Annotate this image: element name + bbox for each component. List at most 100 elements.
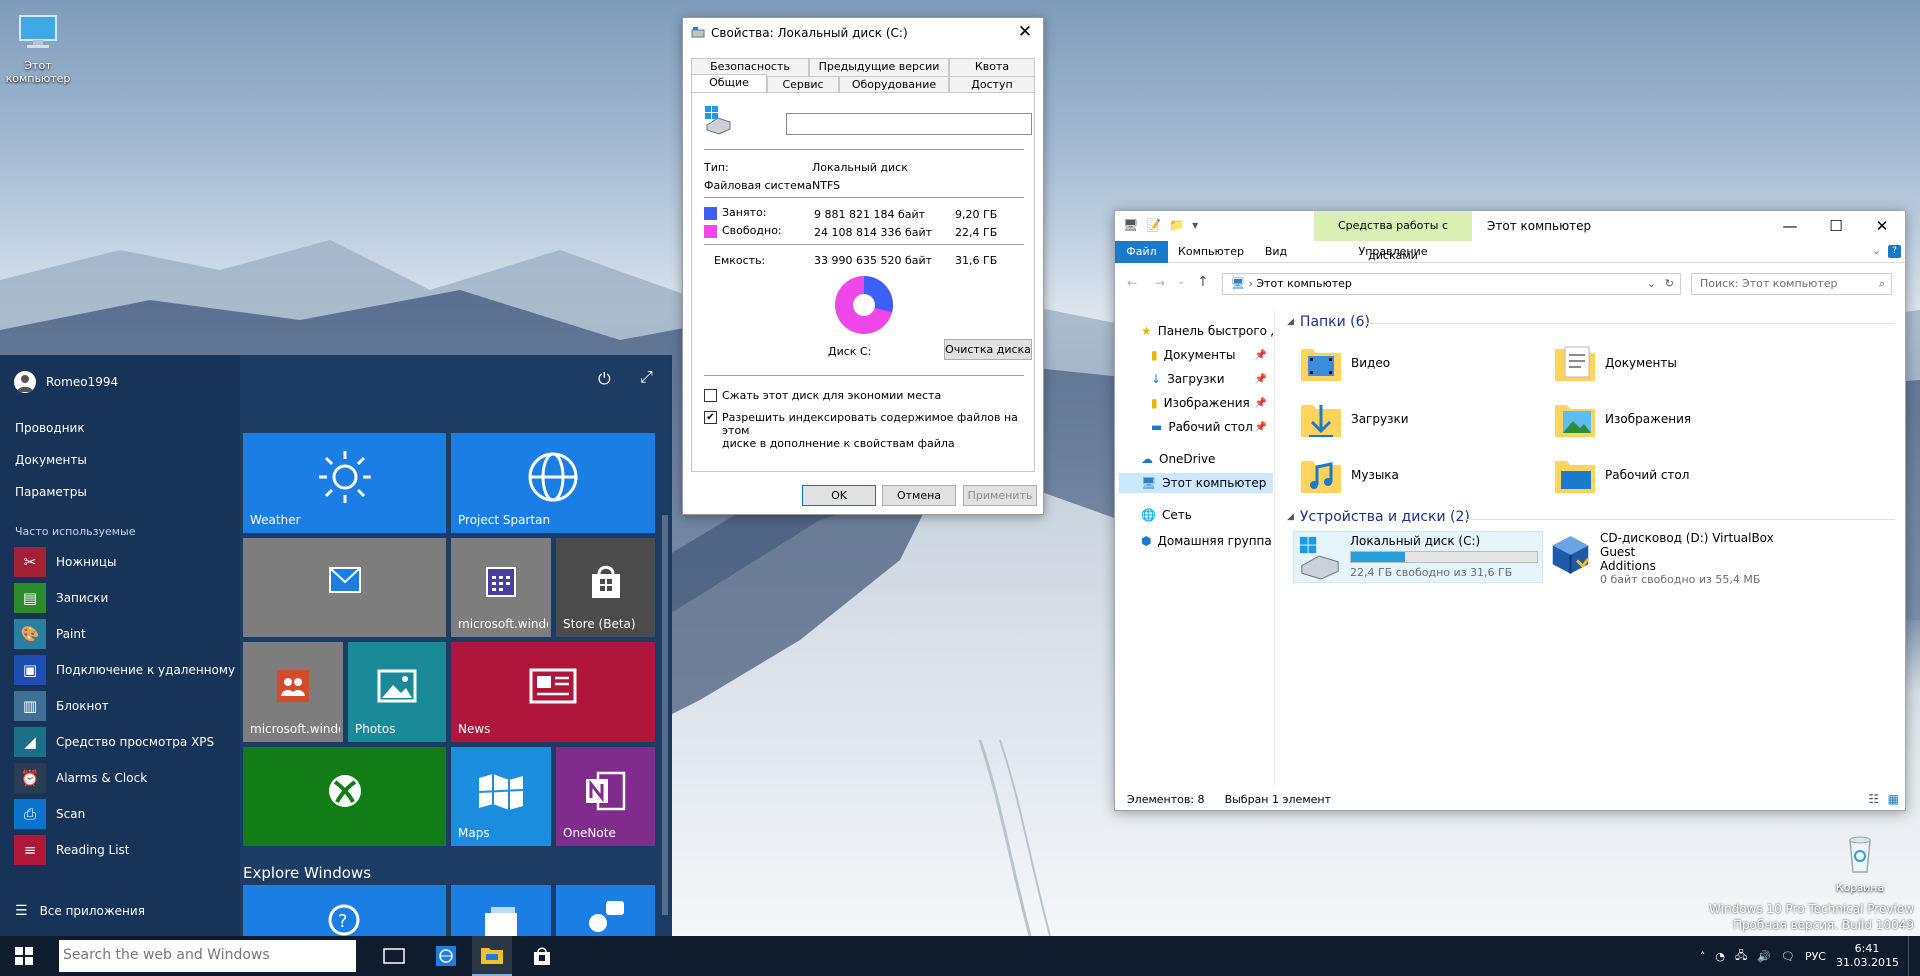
show-hidden-icons-chevron-icon[interactable]: ˄	[1700, 950, 1706, 963]
close-button[interactable]: ✕	[1859, 211, 1905, 241]
notifications-icon[interactable]: 🗨	[1781, 950, 1795, 963]
properties-icon[interactable]: 📝	[1146, 218, 1161, 232]
tile-windows-feedback[interactable]	[451, 885, 551, 936]
all-apps-button[interactable]: ☰ Все приложения	[15, 903, 145, 919]
clock[interactable]: 6:41 31.03.2015	[1836, 942, 1899, 970]
drive-c-item[interactable]: Локальный диск (C:) 22,4 ГБ свободно из …	[1293, 531, 1543, 583]
devices-group-header[interactable]: ◢ Устройства и диски (2)	[1287, 509, 1470, 525]
tile-weather[interactable]: Weather	[243, 433, 446, 533]
input-language[interactable]: РУС	[1805, 950, 1826, 963]
app-item-notepad[interactable]: ▥ Блокнот	[14, 691, 238, 721]
dialog-titlebar[interactable]: Свойства: Локальный диск (C:)	[683, 18, 1043, 48]
disk-label-input[interactable]	[786, 113, 1032, 135]
taskbar-app-spartan[interactable]	[426, 936, 466, 976]
tile-mail[interactable]	[243, 538, 446, 637]
ribbon-tab-computer[interactable]: Компьютер	[1175, 241, 1247, 263]
index-checkbox[interactable]: ✔ Разрешить индексировать содержимое фай…	[704, 411, 1034, 450]
tile-maps[interactable]: Maps	[451, 747, 551, 846]
nav-documents[interactable]: ▮ Документы 📌	[1151, 345, 1273, 365]
app-item-paint[interactable]: 🎨 Paint	[14, 619, 238, 649]
up-arrow-icon[interactable]: ↑	[1197, 274, 1209, 290]
folder-videos[interactable]: Видео	[1299, 341, 1390, 385]
tab-previous-versions[interactable]: Предыдущие версии	[809, 58, 949, 76]
new-folder-icon[interactable]: 📁	[1169, 218, 1184, 232]
ribbon-expand-icon[interactable]: ⌄	[1872, 244, 1881, 257]
tile-get-started[interactable]: ?	[243, 885, 446, 936]
app-item-snipping[interactable]: ✂ Ножницы	[14, 547, 238, 577]
minimize-button[interactable]: —	[1767, 211, 1813, 241]
nav-network[interactable]: 🌐 Сеть	[1141, 505, 1273, 525]
chevron-down-icon[interactable]: ⌄	[1177, 276, 1185, 287]
task-view-button[interactable]	[374, 936, 414, 976]
start-link-documents[interactable]: Документы	[15, 453, 87, 467]
tab-general[interactable]: Общие	[691, 74, 767, 94]
tile-people[interactable]: microsoft.windo	[243, 642, 343, 742]
tile-store[interactable]: Store (Beta)	[556, 538, 655, 637]
expand-icon[interactable]: ⤢	[640, 367, 653, 387]
taskbar-app-explorer[interactable]	[472, 936, 512, 976]
tile-calendar[interactable]: microsoft.windo	[451, 538, 551, 637]
taskbar-search-box[interactable]: Search the web and Windows	[59, 940, 356, 972]
tile-xbox[interactable]	[243, 747, 446, 846]
explorer-search-box[interactable]: Поиск: Этот компьютер ⌕	[1691, 273, 1892, 295]
start-scrollbar[interactable]	[662, 515, 668, 915]
app-item-remote-desktop[interactable]: ▣ Подключение к удаленному ра	[14, 655, 238, 685]
power-icon[interactable]: ⏻	[598, 369, 611, 389]
this-pc-desktop-icon[interactable]: Этот компьютер	[0, 12, 76, 85]
folder-music[interactable]: Музыка	[1299, 453, 1399, 497]
ok-button[interactable]: OK	[802, 485, 876, 506]
network-icon[interactable]: 🖧	[1735, 947, 1747, 966]
ribbon-tab-manage[interactable]: Управление	[1314, 241, 1472, 263]
disk-cleanup-button[interactable]: Очистка диска	[944, 339, 1032, 360]
start-link-explorer[interactable]: Проводник	[15, 421, 85, 435]
nav-onedrive[interactable]: ☁ OneDrive	[1141, 449, 1273, 469]
cancel-button[interactable]: Отмена	[882, 485, 956, 506]
refresh-icon[interactable]: ↻	[1665, 274, 1674, 294]
volume-icon[interactable]: 🔊	[1757, 950, 1771, 963]
nav-homegroup[interactable]: ⬢ Домашняя группа	[1141, 531, 1273, 551]
app-item-alarms[interactable]: ⏰ Alarms & Clock	[14, 763, 238, 793]
compress-checkbox[interactable]: Сжать этот диск для экономии места	[704, 389, 941, 402]
tile-onenote[interactable]: OneNote	[556, 747, 655, 846]
app-item-xps-viewer[interactable]: ◢ Средство просмотра XPS	[14, 727, 238, 757]
nav-pictures[interactable]: ▮ Изображения 📌	[1151, 393, 1273, 413]
app-item-sticky-notes[interactable]: ▤ Записки	[14, 583, 238, 613]
action-center-icon[interactable]: ◔	[1715, 950, 1725, 963]
drive-d-item[interactable]: CD-дисковод (D:) VirtualBox Guest Additi…	[1549, 531, 1799, 586]
forward-arrow-icon[interactable]: →	[1155, 276, 1165, 290]
app-item-scan[interactable]: ⎙ Scan	[14, 799, 238, 829]
folders-group-header[interactable]: ◢ Папки (6)	[1287, 314, 1370, 330]
folder-desktop[interactable]: Рабочий стол	[1553, 453, 1689, 497]
user-account[interactable]: Romeo1994	[14, 371, 118, 393]
app-item-reading-list[interactable]: ≡ Reading List	[14, 835, 238, 865]
nav-quick-access[interactable]: ★ Панель быстрого д	[1141, 321, 1273, 341]
start-link-settings[interactable]: Параметры	[15, 485, 87, 499]
dialog-close-button[interactable]: ✕	[1013, 21, 1037, 45]
tile-project-spartan[interactable]: Project Spartan	[451, 433, 655, 533]
explorer-titlebar[interactable]: 🖥 📝 📁 ▾ Средства работы с дисками Этот к…	[1115, 211, 1905, 262]
maximize-button[interactable]: ☐	[1813, 211, 1859, 241]
chevron-down-icon[interactable]: ▾	[1192, 218, 1198, 232]
start-button[interactable]	[0, 936, 48, 976]
tile-news[interactable]: News	[451, 642, 655, 742]
tab-quota[interactable]: Квота	[949, 58, 1035, 76]
details-view-icon[interactable]: ☷	[1868, 792, 1879, 806]
folder-documents[interactable]: Документы	[1553, 341, 1677, 385]
chevron-down-icon[interactable]: ⌄	[1647, 274, 1656, 294]
tile-photos[interactable]: Photos	[348, 642, 446, 742]
nav-desktop[interactable]: ▬ Рабочий стол 📌	[1151, 417, 1273, 437]
recycle-bin-desktop-icon[interactable]: Корзина	[1822, 834, 1898, 894]
address-bar[interactable]: 🖥 › Этот компьютер ⌄ ↻	[1222, 273, 1681, 295]
nav-this-pc[interactable]: 🖥 Этот компьютер	[1119, 473, 1273, 493]
apply-button[interactable]: Применить	[963, 485, 1037, 506]
folder-downloads[interactable]: Загрузки	[1299, 397, 1409, 441]
folder-pictures[interactable]: Изображения	[1553, 397, 1691, 441]
show-desktop-button[interactable]	[1908, 936, 1912, 976]
nav-downloads[interactable]: ↓ Загрузки 📌	[1151, 369, 1273, 389]
back-arrow-icon[interactable]: ←	[1127, 276, 1137, 290]
help-icon[interactable]: ?	[1888, 245, 1901, 258]
taskbar-app-store[interactable]	[522, 936, 562, 976]
large-icons-view-icon[interactable]: ▦	[1888, 792, 1899, 806]
ribbon-tab-file[interactable]: Файл	[1115, 241, 1168, 263]
tile-insider-hub[interactable]	[556, 885, 655, 936]
